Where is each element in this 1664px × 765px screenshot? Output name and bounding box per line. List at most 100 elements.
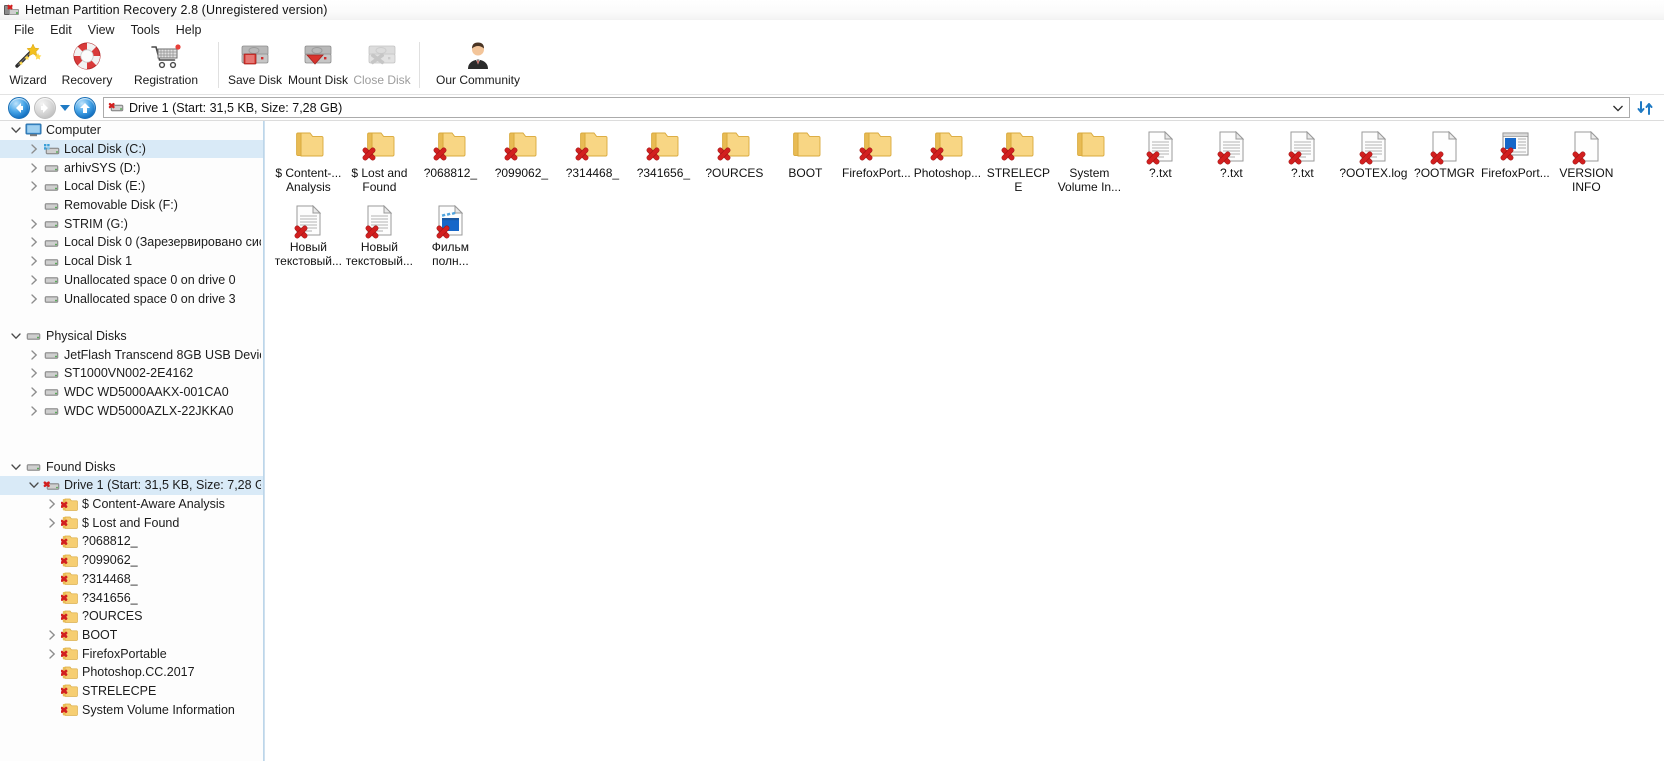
error-cross-icon: [1001, 147, 1015, 161]
tree-row[interactable]: Photoshop.CC.2017: [0, 663, 263, 682]
file-item[interactable]: ?OOTMGR: [1409, 127, 1480, 201]
menu-file[interactable]: File: [6, 22, 42, 38]
tree-expand-toggle[interactable]: [26, 215, 42, 233]
tree-row[interactable]: BOOT: [0, 626, 263, 645]
file-item[interactable]: Photoshop...: [912, 127, 983, 201]
history-dropdown-button[interactable]: [58, 95, 72, 121]
tree-row[interactable]: ?068812_: [0, 532, 263, 551]
tree-row[interactable]: arhivSYS (D:): [0, 158, 263, 177]
tree-row[interactable]: Unallocated space 0 on drive 0: [0, 271, 263, 290]
tree-row[interactable]: Local Disk 0 (Зарезервировано системой): [0, 233, 263, 252]
file-item[interactable]: STRELECPE: [983, 127, 1054, 201]
address-dropdown-button[interactable]: [1612, 101, 1624, 118]
tree-row[interactable]: $ Content-Aware Analysis: [0, 495, 263, 514]
toolbar-button-recovery[interactable]: Recovery: [54, 39, 120, 93]
tree-row[interactable]: ?OURCES: [0, 607, 263, 626]
file-item[interactable]: ?341656_: [628, 127, 699, 201]
tree-row[interactable]: Local Disk (C:): [0, 139, 263, 159]
tree-expand-toggle[interactable]: [26, 140, 42, 158]
file-item[interactable]: System Volume In...: [1054, 127, 1125, 201]
file-item[interactable]: $ Lost and Found: [344, 127, 415, 201]
tree-expand-toggle[interactable]: [26, 177, 42, 195]
file-item[interactable]: VERSION INFO: [1551, 127, 1622, 201]
forward-button[interactable]: [32, 95, 58, 121]
tree-row[interactable]: Computer: [0, 121, 263, 140]
tree-row[interactable]: FirefoxPortable: [0, 644, 263, 663]
tree-row[interactable]: Found Disks: [0, 457, 263, 476]
tree-expand-toggle: [44, 682, 60, 700]
tree-row[interactable]: WDC WD5000AZLX-22JKKA0: [0, 401, 263, 420]
file-item[interactable]: ?OOTEX.log: [1338, 127, 1409, 201]
file-pane[interactable]: $ Content-... Analysis $ Lost and Found ?0…: [264, 121, 1664, 761]
menu-help[interactable]: Help: [168, 22, 210, 38]
toolbar-button-our-community[interactable]: Our Community: [426, 39, 530, 93]
file-item[interactable]: Фильм полн...: [415, 201, 486, 275]
file-item[interactable]: BOOT: [770, 127, 841, 201]
tree-expand-toggle[interactable]: [26, 402, 42, 420]
tree-pane[interactable]: Computer Local Disk (C:) arhivSYS (D:) Loca…: [0, 121, 264, 761]
tree-row[interactable]: ST1000VN002-2E4162: [0, 364, 263, 383]
tree-row[interactable]: Physical Disks: [0, 327, 263, 346]
file-item[interactable]: FirefoxPort...: [1480, 127, 1551, 201]
toolbar-button-close-disk[interactable]: Close Disk: [351, 39, 413, 93]
tree-expand-toggle[interactable]: [8, 327, 24, 345]
menu-tools[interactable]: Tools: [123, 22, 168, 38]
tree-row[interactable]: STRIM (G:): [0, 214, 263, 233]
tree-expand-toggle[interactable]: [26, 346, 42, 364]
file-item[interactable]: ?314468_: [557, 127, 628, 201]
tree-row[interactable]: ?314468_: [0, 570, 263, 589]
file-item[interactable]: ?068812_: [415, 127, 486, 201]
address-input[interactable]: Drive 1 (Start: 31,5 KB, Size: 7,28 GB): [103, 97, 1630, 118]
tree-row[interactable]: Drive 1 (Start: 31,5 KB, Size: 7,28 GB): [0, 476, 263, 495]
chevron-right-icon: [31, 349, 38, 360]
tree-expand-toggle[interactable]: [44, 495, 60, 513]
file-item[interactable]: ?OURCES: [699, 127, 770, 201]
menu-view[interactable]: View: [80, 22, 123, 38]
tree-expand-toggle[interactable]: [26, 290, 42, 308]
tree-row[interactable]: JetFlash Transcend 8GB USB Device: [0, 345, 263, 364]
file-item[interactable]: Новый текстовый...: [273, 201, 344, 275]
file-item[interactable]: FirefoxPort...: [841, 127, 912, 201]
tree-expand-toggle[interactable]: [44, 645, 60, 663]
file-item[interactable]: ?.txt: [1196, 127, 1267, 201]
toolbar-button-registration[interactable]: Registration: [120, 39, 212, 93]
toolbar-button-save-disk[interactable]: Save Disk: [225, 39, 285, 93]
toolbar-button-wizard[interactable]: Wizard: [2, 39, 54, 93]
tree-expand-toggle[interactable]: [8, 121, 24, 139]
tree-row[interactable]: Local Disk (E:): [0, 177, 263, 196]
refresh-button[interactable]: [1634, 96, 1658, 120]
tree-expand-toggle[interactable]: [26, 252, 42, 270]
tree-expand-toggle[interactable]: [26, 364, 42, 382]
file-item[interactable]: ?.txt: [1125, 127, 1196, 201]
file-item[interactable]: ?.txt: [1267, 127, 1338, 201]
tree-expand-toggle[interactable]: [44, 514, 60, 532]
tree-expand-toggle[interactable]: [26, 233, 42, 251]
toolbar-button-mount-disk[interactable]: Mount Disk: [285, 39, 351, 93]
tree-expand-toggle[interactable]: [26, 159, 42, 177]
error-cross-icon: [930, 147, 944, 161]
tree-row[interactable]: System Volume Information: [0, 700, 263, 719]
tree-row[interactable]: Local Disk 1: [0, 252, 263, 271]
tree-row-label: Unallocated space 0 on drive 3: [64, 291, 236, 306]
tree-row[interactable]: Removable Disk (F:): [0, 196, 263, 215]
file-item[interactable]: ?099062_: [486, 127, 557, 201]
up-button[interactable]: [72, 95, 98, 121]
back-button[interactable]: [6, 95, 32, 121]
tree-row[interactable]: WDC WD5000AAKX-001CA0: [0, 383, 263, 402]
tree-expand-toggle[interactable]: [26, 271, 42, 289]
file-item[interactable]: Новый текстовый...: [344, 201, 415, 275]
menu-edit[interactable]: Edit: [42, 22, 80, 38]
file-item[interactable]: $ Content-... Analysis: [273, 127, 344, 201]
tree-expand-toggle[interactable]: [26, 383, 42, 401]
tree-row[interactable]: $ Lost and Found: [0, 513, 263, 532]
tree-row[interactable]: ?099062_: [0, 551, 263, 570]
tree-expand-toggle[interactable]: [44, 626, 60, 644]
tree-expand-toggle[interactable]: [8, 458, 24, 476]
tree-row[interactable]: STRELECPE: [0, 682, 263, 701]
tree-expand-toggle[interactable]: [26, 476, 42, 494]
drive-icon: [24, 328, 42, 344]
damaged-drive-icon: [108, 100, 124, 116]
tree-row-label: Local Disk (C:): [64, 142, 146, 157]
tree-row[interactable]: ?341656_: [0, 588, 263, 607]
tree-row[interactable]: Unallocated space 0 on drive 3: [0, 289, 263, 308]
